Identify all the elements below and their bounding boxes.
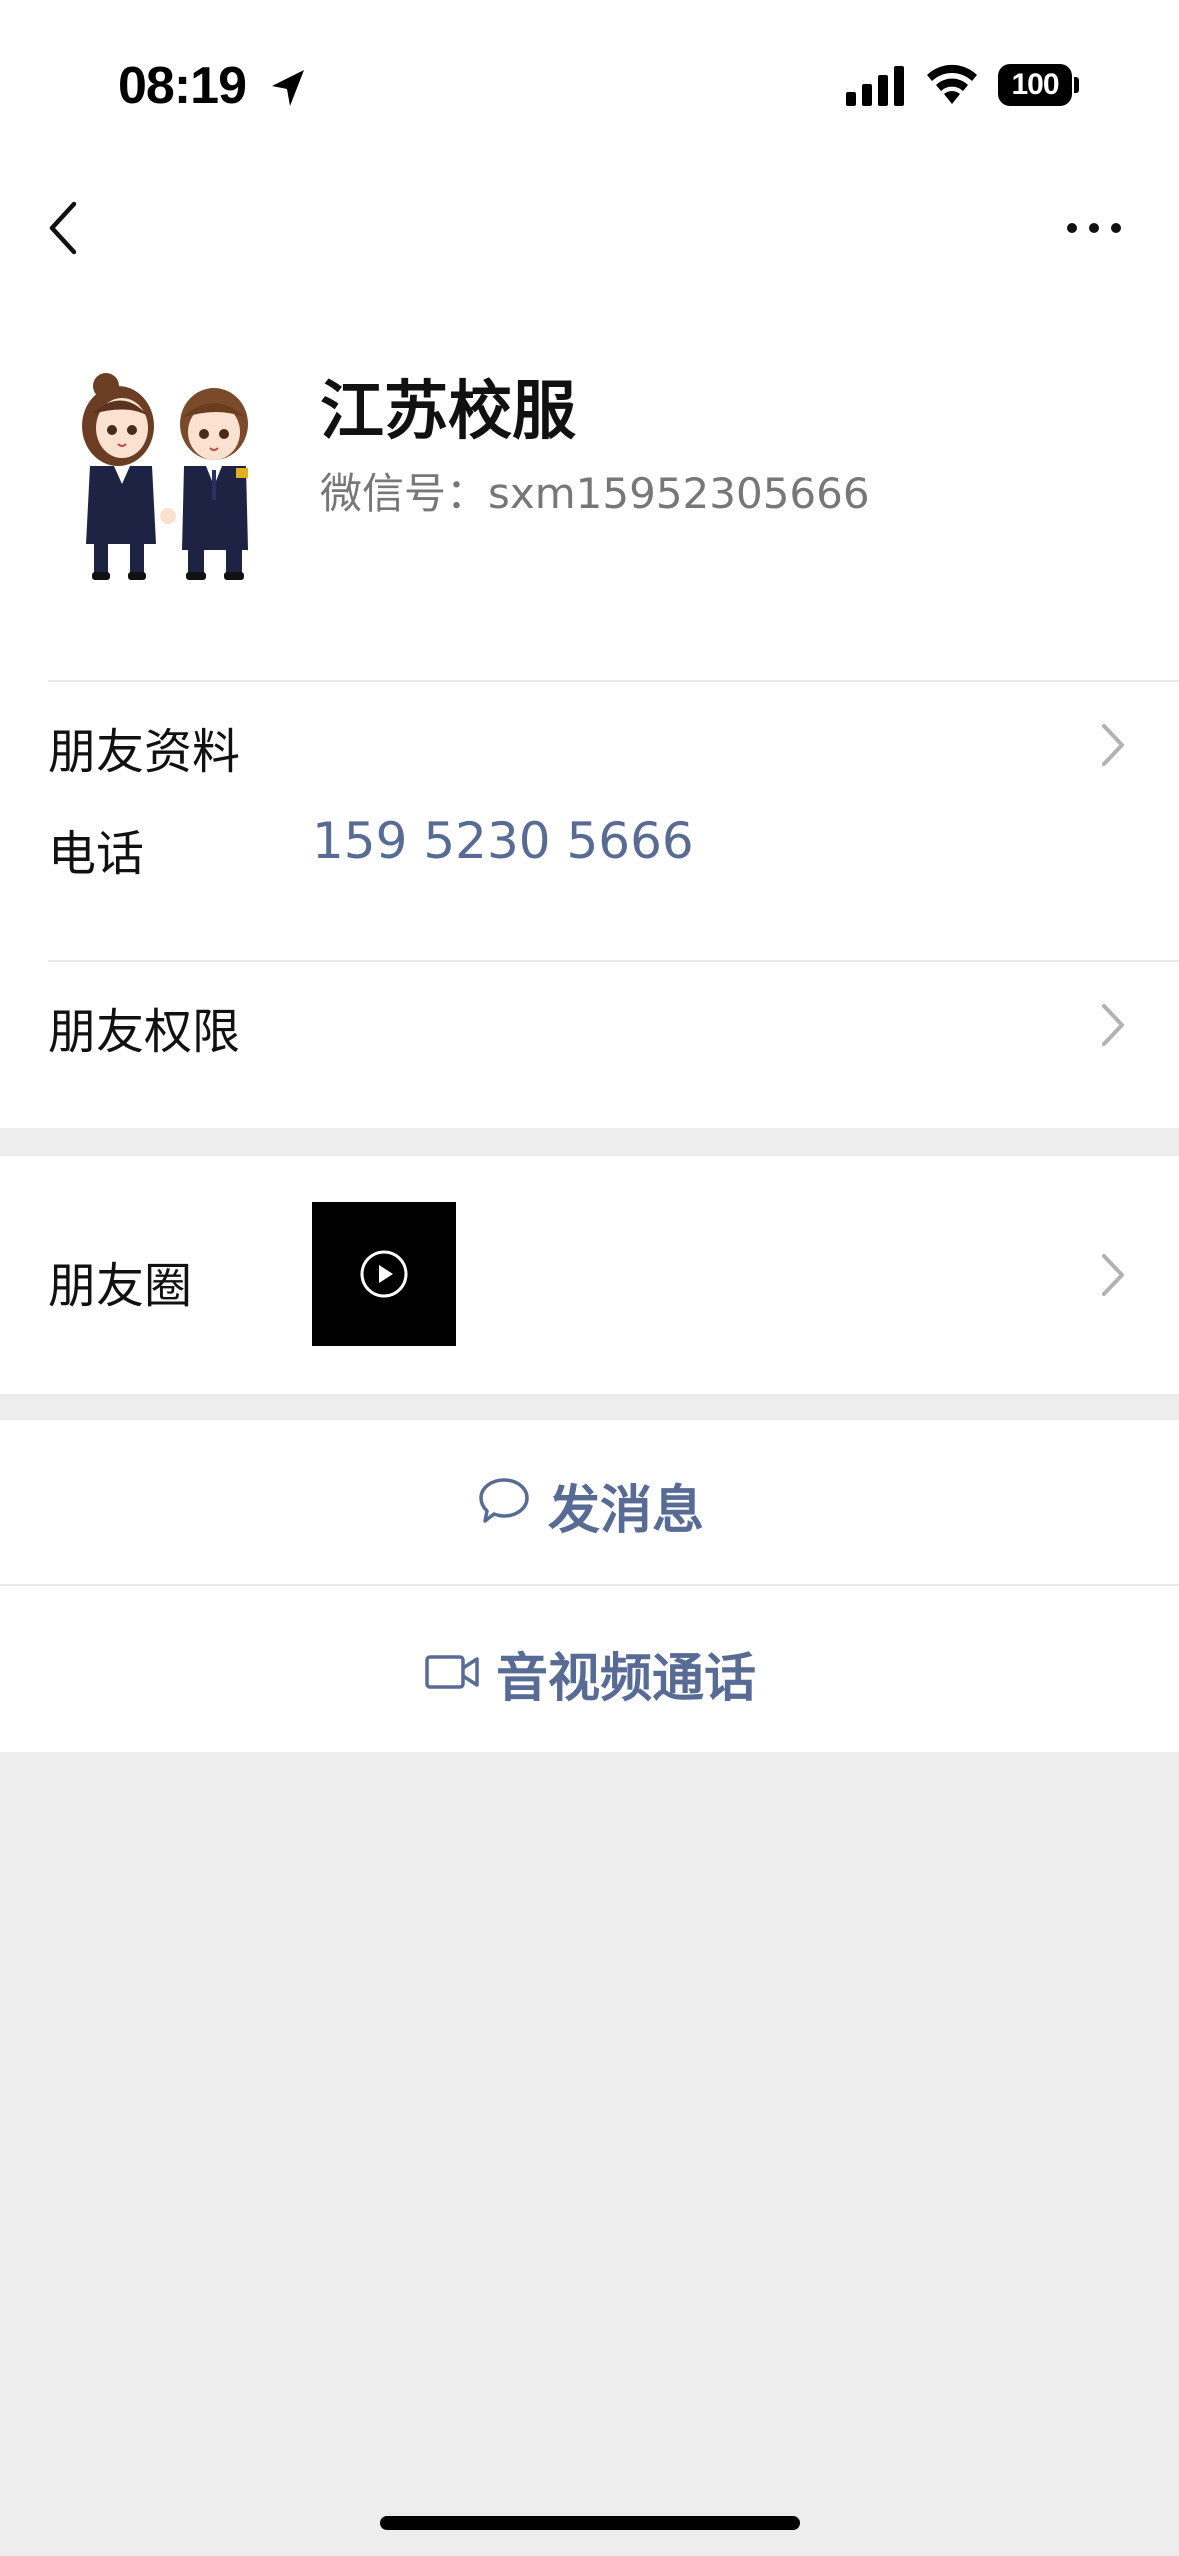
battery-cap (1074, 77, 1079, 93)
moments-video-thumbnail[interactable] (312, 1202, 456, 1346)
video-call-label: 音视频通话 (496, 1649, 757, 1709)
profile-name: 江苏校服 (320, 375, 576, 449)
play-circle-icon (360, 1250, 408, 1298)
status-bar: 08:19 100 (0, 0, 1179, 150)
battery-level: 100 (998, 64, 1072, 106)
friend-permissions-row[interactable]: 朋友权限 (0, 962, 1179, 1128)
phone-number-link[interactable]: 159 5230 5666 (312, 812, 694, 870)
send-message-label: 发消息 (548, 1481, 705, 1541)
nav-bar (0, 150, 1179, 300)
info-card: 朋友资料 电话 159 5230 5666 朋友权限 (0, 680, 1179, 1128)
chevron-right-icon (1102, 1254, 1124, 1296)
wifi-icon (927, 64, 977, 104)
friend-profile-row[interactable]: 朋友资料 (0, 682, 1179, 792)
status-time: 08:19 (118, 57, 247, 115)
home-indicator[interactable] (380, 2516, 800, 2530)
moments-card[interactable]: 朋友圈 (0, 1156, 1179, 1394)
chevron-right-icon (1102, 724, 1124, 766)
cellular-signal-icon (846, 66, 904, 106)
avatar[interactable] (68, 366, 268, 582)
profile-header: 江苏校服 微信号：sxm15952305666 (0, 300, 1179, 680)
moments-label: 朋友圈 (48, 1258, 193, 1314)
chevron-left-icon[interactable] (44, 198, 84, 258)
chevron-right-icon (1102, 1004, 1124, 1046)
friend-profile-label: 朋友资料 (48, 724, 241, 780)
send-message-button[interactable]: 发消息 (0, 1420, 1179, 1584)
friend-permissions-label: 朋友权限 (48, 1004, 241, 1060)
battery-indicator: 100 (998, 64, 1079, 106)
phone-label: 电话 (48, 826, 145, 882)
ellipsis-icon[interactable] (1064, 216, 1124, 240)
video-camera-icon (425, 1655, 479, 1689)
chat-bubble-icon (479, 1478, 529, 1523)
wechat-id: 微信号：sxm15952305666 (320, 469, 870, 518)
video-call-button[interactable]: 音视频通话 (0, 1586, 1179, 1752)
phone-row: 电话 159 5230 5666 (0, 792, 1179, 892)
location-arrow-icon (272, 70, 304, 106)
